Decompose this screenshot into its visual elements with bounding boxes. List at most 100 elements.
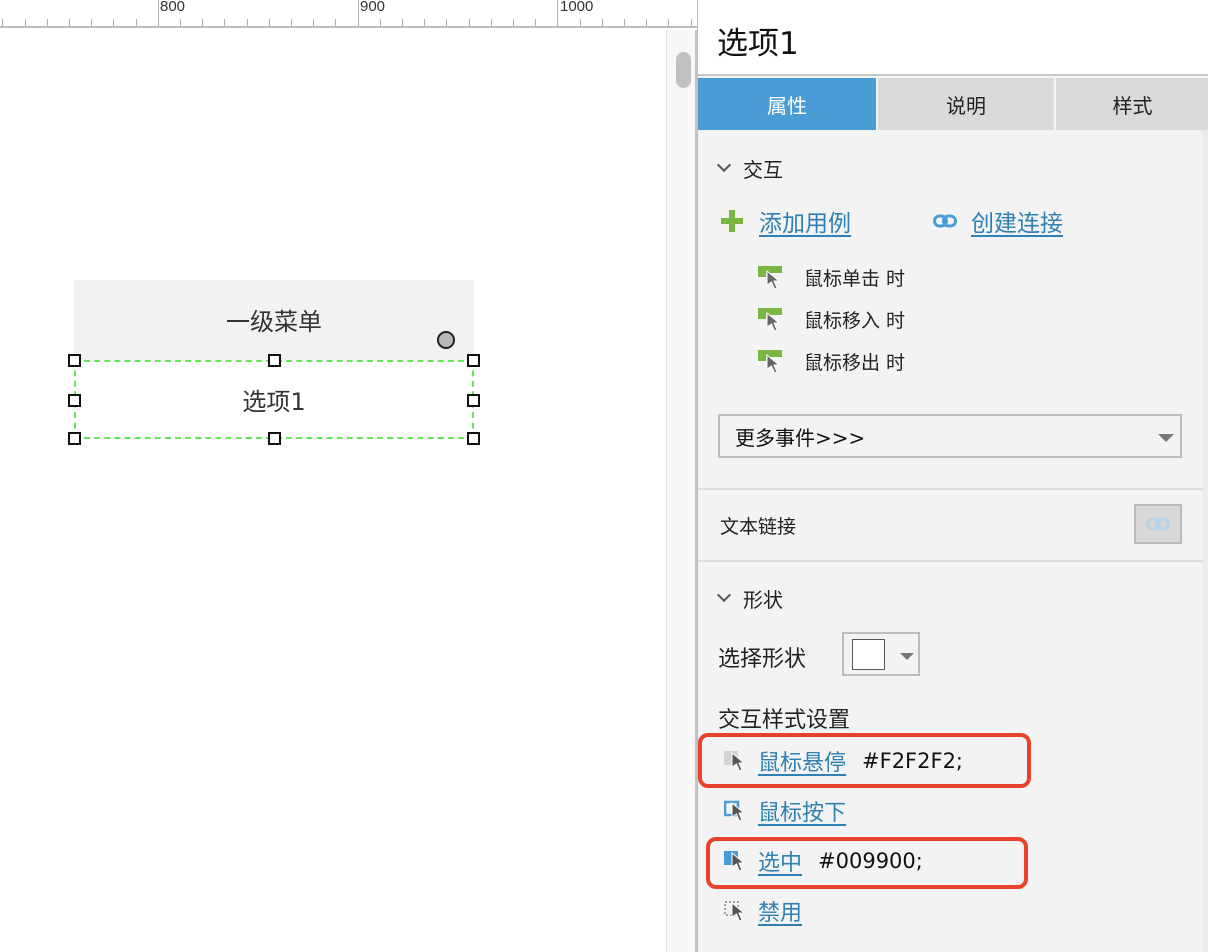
style-row-mousedown[interactable]: 鼠标按下	[724, 795, 846, 827]
resize-handle-top[interactable]	[268, 354, 281, 367]
ruler-label: 900	[360, 0, 386, 15]
hover-style-icon	[724, 751, 746, 772]
event-item-mouse-leave[interactable]: 鼠标移出 时	[758, 348, 905, 375]
ruler-tick	[691, 19, 692, 26]
event-label: 鼠标移出 时	[804, 352, 906, 374]
dropdown-caret-icon	[900, 653, 914, 660]
menu-header-widget[interactable]: 一级菜单	[74, 280, 474, 360]
ruler-tick	[469, 19, 470, 26]
event-item-click[interactable]: 鼠标单击 时	[758, 264, 905, 291]
ruler-tick	[380, 19, 381, 26]
add-case-button[interactable]: 添加用例	[721, 204, 851, 238]
ruler-tick	[69, 19, 70, 26]
ruler-tick	[602, 19, 603, 26]
add-case-link[interactable]: 添加用例	[759, 204, 851, 238]
event-item-mouse-enter[interactable]: 鼠标移入 时	[758, 306, 905, 333]
chevron-down-icon	[717, 160, 729, 172]
ruler-tick	[535, 19, 536, 26]
mousedown-style-link[interactable]: 鼠标按下	[758, 795, 846, 827]
ruler-tick	[113, 19, 114, 26]
menu-header-text: 一级菜单	[226, 307, 322, 336]
ruler-tick	[358, 0, 359, 26]
cursor-event-icon	[758, 349, 782, 374]
interaction-style-label: 交互样式设置	[718, 708, 851, 733]
shape-section-title: 形状	[743, 588, 783, 612]
chevron-down-icon	[717, 590, 729, 602]
interaction-section-header[interactable]: 交互	[717, 154, 783, 183]
style-row-selected[interactable]: 选中 #009900;	[724, 845, 923, 877]
ruler-tick	[247, 19, 248, 26]
resize-handle-right[interactable]	[467, 394, 480, 407]
ruler-tick	[180, 19, 181, 26]
widget-name-title[interactable]: 选项1	[717, 18, 799, 63]
event-label: 鼠标单击 时	[804, 268, 906, 290]
resize-handle-top-left[interactable]	[68, 354, 81, 367]
disabled-style-link[interactable]: 禁用	[758, 895, 802, 927]
chain-link-icon	[933, 214, 957, 228]
ruler-label: 1000	[560, 0, 594, 15]
cursor-event-icon	[758, 307, 782, 332]
text-link-label: 文本链接	[720, 516, 797, 538]
design-canvas[interactable]: 800 900 1000 一级菜单 选项1	[0, 0, 697, 952]
resize-handle-bottom[interactable]	[268, 432, 281, 445]
ruler-tick	[646, 19, 647, 26]
more-events-select[interactable]: 更多事件>>>	[718, 414, 1182, 458]
create-link-link[interactable]: 创建连接	[971, 204, 1063, 238]
rotation-handle[interactable]	[437, 331, 455, 349]
ruler-tick	[446, 19, 447, 26]
ruler-tick	[424, 19, 425, 26]
ruler-tick	[158, 0, 159, 26]
resize-handle-bottom-left[interactable]	[68, 432, 81, 445]
dropdown-caret-icon	[1158, 434, 1174, 442]
selected-style-icon	[724, 851, 746, 872]
tab-notes[interactable]: 说明	[878, 78, 1056, 130]
interaction-section-title: 交互	[743, 158, 783, 182]
select-shape-label: 选择形状	[718, 647, 807, 672]
scrollbar-thumb[interactable]	[676, 52, 691, 88]
ruler-tick	[47, 19, 48, 26]
ruler-tick	[402, 19, 403, 26]
panel-scrollbar[interactable]	[1202, 130, 1208, 952]
ruler-tick	[624, 19, 625, 26]
selected-style-link[interactable]: 选中	[758, 845, 802, 877]
horizontal-ruler: 800 900 1000	[0, 0, 697, 28]
ruler-tick	[91, 19, 92, 26]
canvas-vertical-scrollbar[interactable]	[666, 30, 697, 952]
rectangle-shape-icon	[852, 639, 885, 670]
section-divider	[698, 488, 1203, 490]
ruler-tick	[224, 19, 225, 26]
resize-handle-top-right[interactable]	[467, 354, 480, 367]
tab-style[interactable]: 样式	[1056, 78, 1208, 130]
ruler-tick	[313, 19, 314, 26]
ruler-tick	[2, 19, 3, 26]
ruler-tick	[580, 19, 581, 26]
resize-handle-left[interactable]	[68, 394, 81, 407]
shape-section-header[interactable]: 形状	[717, 584, 783, 613]
more-events-value: 更多事件>>>	[735, 425, 866, 450]
ruler-tick	[557, 0, 558, 26]
mousedown-style-icon	[724, 800, 746, 822]
ruler-tick	[202, 19, 203, 26]
section-divider	[698, 560, 1203, 562]
event-label: 鼠标移入 时	[804, 310, 906, 332]
ruler-label: 800	[160, 0, 186, 15]
text-link-button[interactable]	[1134, 504, 1182, 544]
shape-picker-dropdown[interactable]	[842, 632, 920, 676]
resize-handle-bottom-right[interactable]	[467, 432, 480, 445]
hover-style-link[interactable]: 鼠标悬停	[758, 745, 846, 777]
ruler-tick	[136, 19, 137, 26]
ruler-tick	[491, 19, 492, 26]
chain-link-icon	[1146, 517, 1170, 531]
panel-title-bar: 选项1	[698, 0, 1208, 76]
plus-icon	[721, 210, 743, 232]
ruler-tick	[25, 19, 26, 26]
style-row-disabled[interactable]: 禁用	[724, 895, 802, 927]
option-widget[interactable]: 选项1	[74, 360, 474, 439]
inspector-panel: 选项1 属性 说明 样式 交互 添加用例 创建连接 鼠标单击 时 鼠标移入 时 …	[697, 0, 1208, 952]
cursor-event-icon	[758, 265, 782, 290]
create-link-button[interactable]: 创建连接	[933, 204, 1063, 238]
ruler-tick	[513, 19, 514, 26]
ruler-tick	[291, 19, 292, 26]
style-row-hover[interactable]: 鼠标悬停 #F2F2F2;	[724, 745, 963, 777]
tab-properties[interactable]: 属性	[698, 78, 878, 130]
